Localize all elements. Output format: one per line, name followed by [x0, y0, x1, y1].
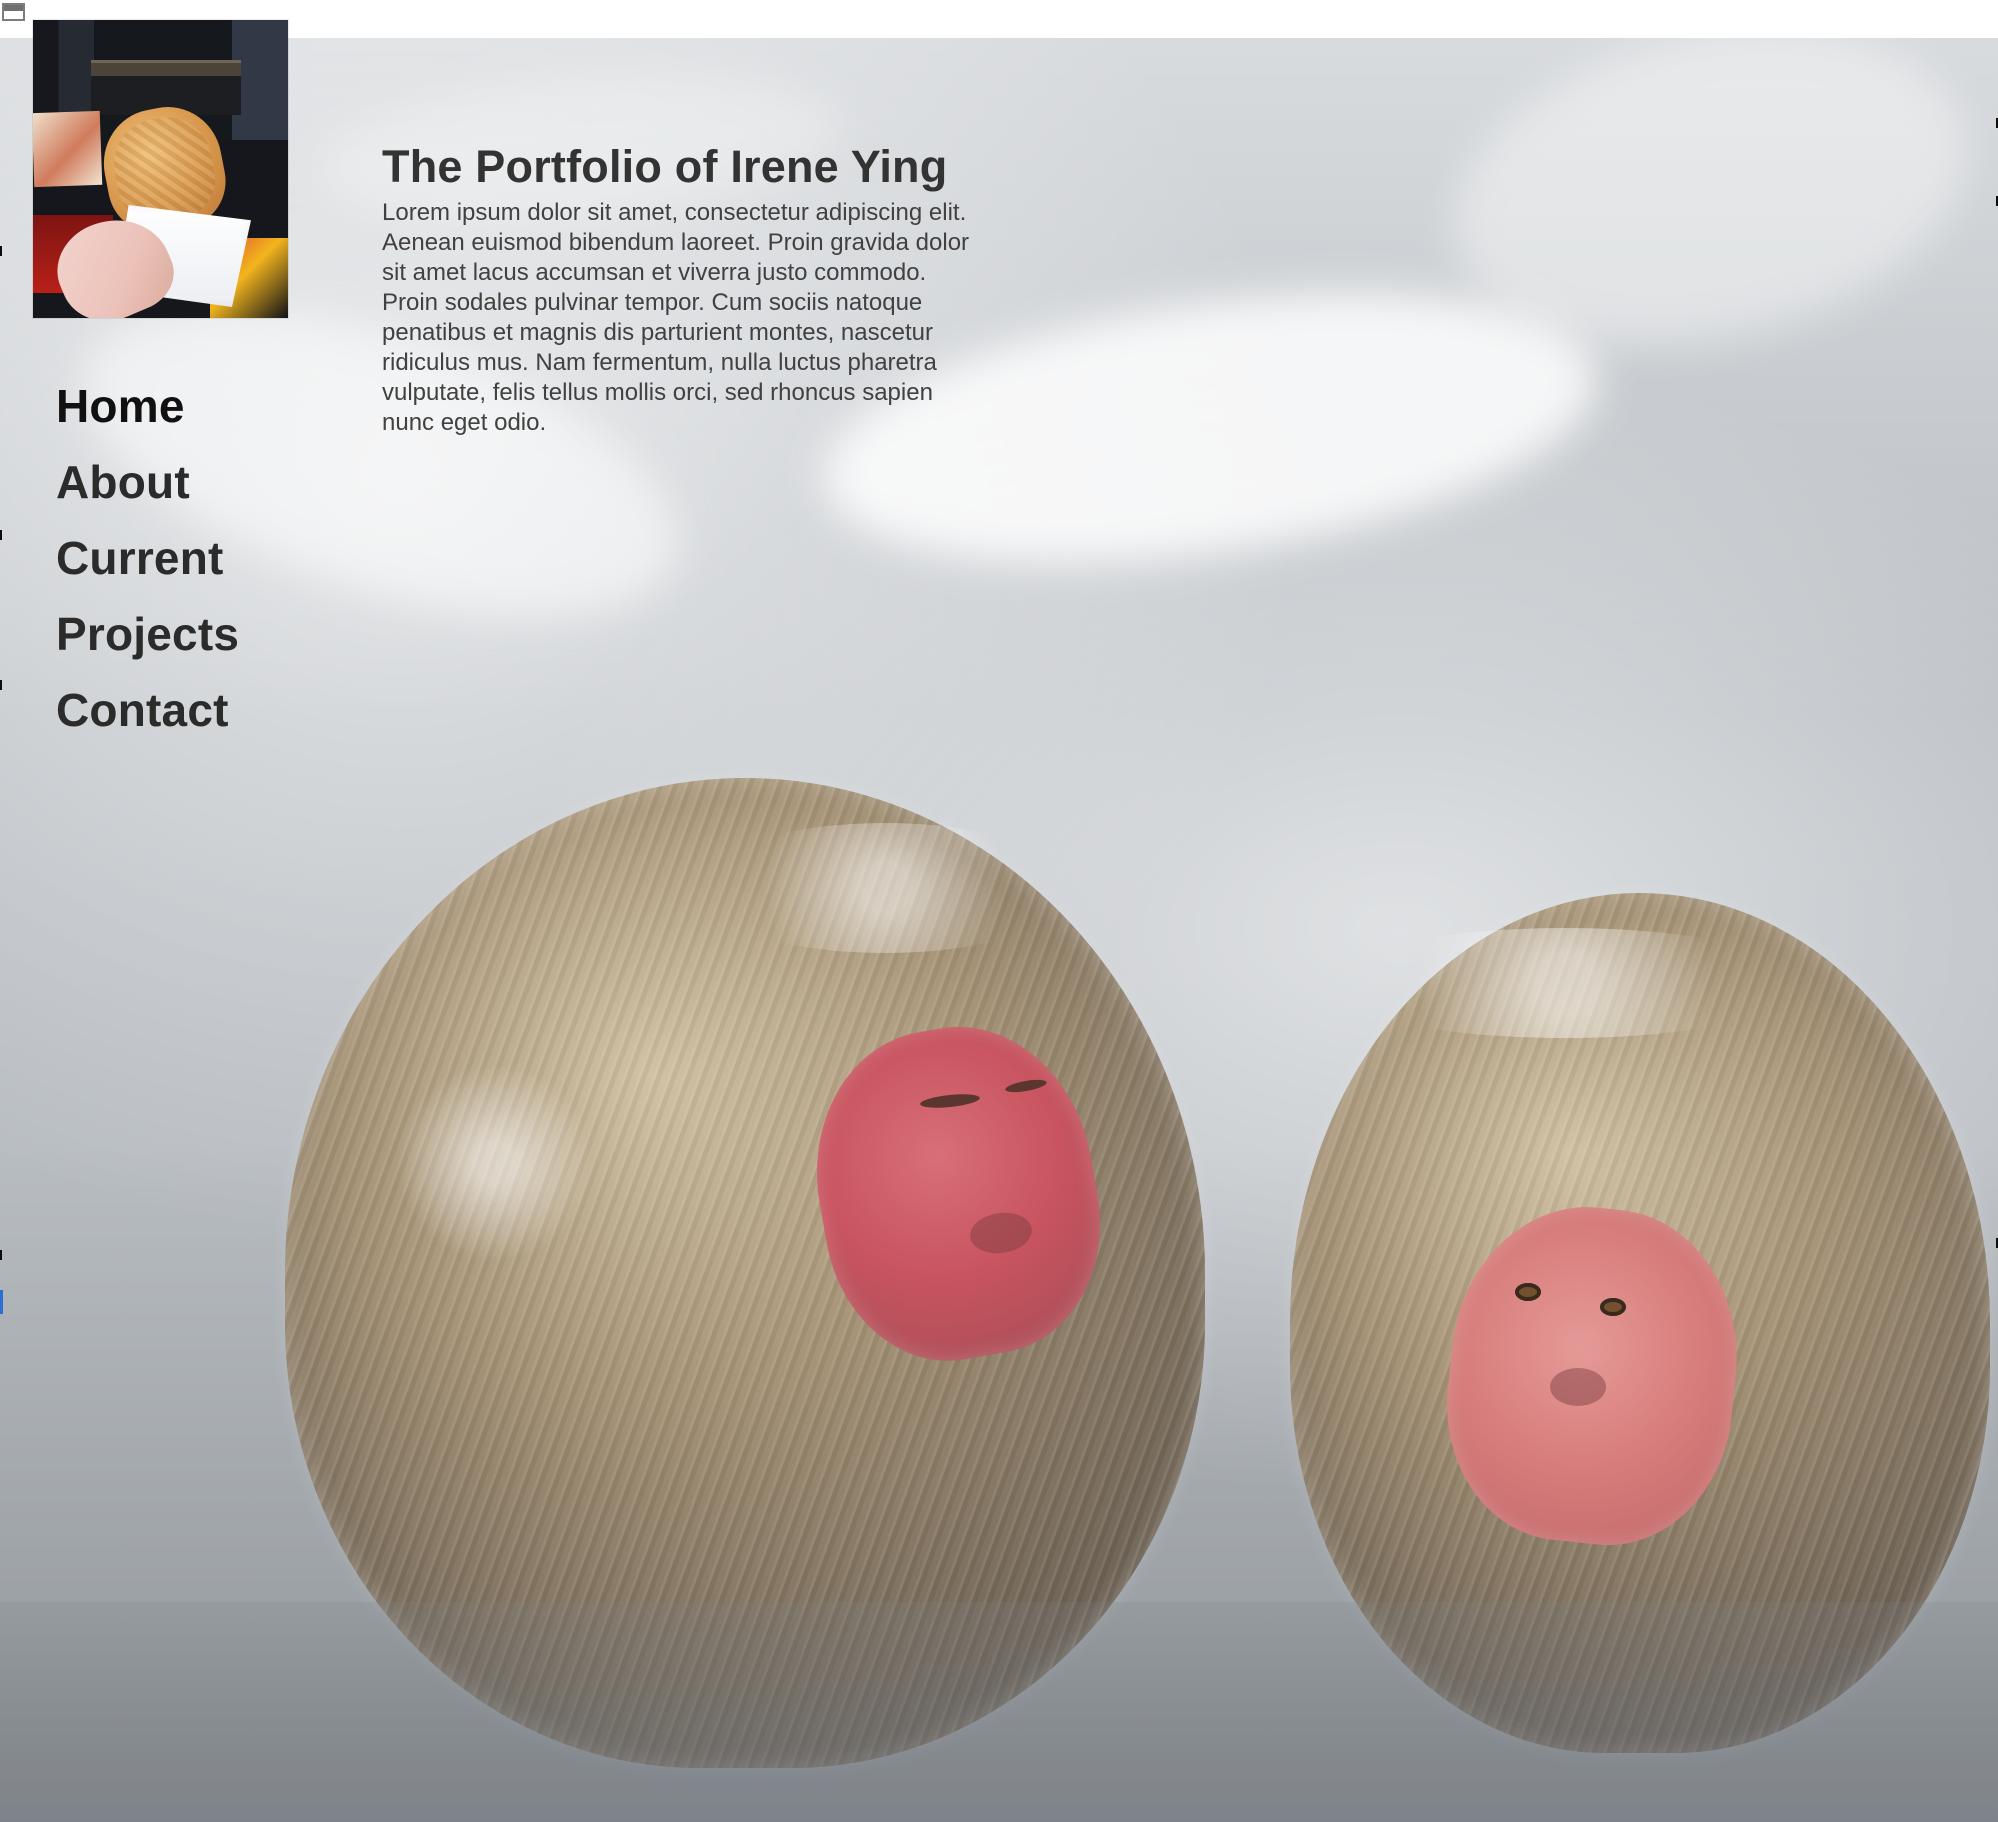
- portfolio-page: Home About Current Projects Contact The …: [0, 0, 1998, 1822]
- edge-marker: [0, 680, 2, 690]
- intro-section: The Portfolio of Irene Ying Lorem ipsum …: [382, 140, 1002, 438]
- nav-link-contact[interactable]: Contact: [56, 682, 239, 738]
- edge-marker: [0, 1290, 3, 1314]
- hot-spring-water: [0, 1602, 1998, 1822]
- menu-card: [33, 110, 103, 188]
- edge-marker: [0, 246, 2, 256]
- nav-link-home[interactable]: Home: [56, 378, 239, 434]
- window-icon: [2, 3, 25, 21]
- frost-on-fur: [1325, 928, 1805, 1038]
- nav-link-current[interactable]: Current: [56, 530, 239, 586]
- intro-paragraph: Lorem ipsum dolor sit amet, consectetur …: [382, 199, 970, 436]
- frost-on-fur: [365, 1063, 625, 1263]
- monkey-eye: [1515, 1283, 1541, 1301]
- page-title: The Portfolio of Irene Ying: [382, 141, 948, 192]
- edge-marker: [0, 530, 2, 540]
- monkey-eye: [1600, 1298, 1626, 1316]
- profile-thumbnail: [33, 20, 288, 318]
- nav-link-about[interactable]: About: [56, 454, 239, 510]
- edge-marker: [0, 1250, 2, 1260]
- monkey-nose: [1550, 1368, 1606, 1406]
- nav-link-projects[interactable]: Projects: [56, 606, 239, 662]
- main-navigation: Home About Current Projects Contact: [56, 378, 239, 738]
- frost-on-fur: [695, 823, 1075, 953]
